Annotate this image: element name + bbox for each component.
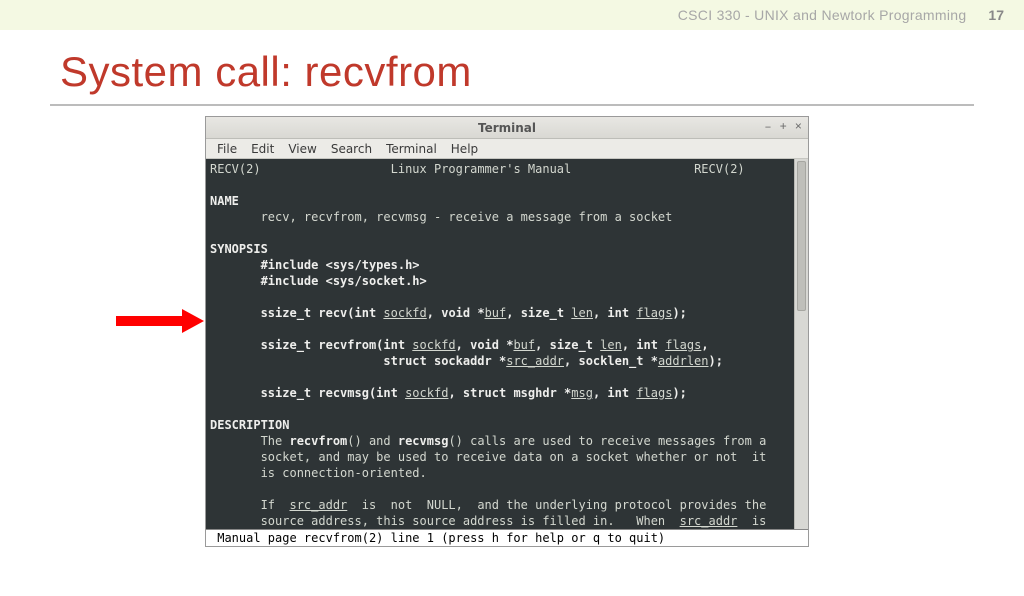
title-area: System call: recvfrom	[0, 30, 1024, 98]
menu-help[interactable]: Help	[446, 141, 483, 157]
course-name: CSCI 330 - UNIX and Newtork Programming	[678, 7, 967, 23]
slide-header-bar: CSCI 330 - UNIX and Newtork Programming …	[0, 0, 1024, 30]
slide-title: System call: recvfrom	[60, 48, 972, 96]
manpage-status-line: Manual page recvfrom(2) line 1 (press h …	[206, 529, 808, 546]
minimize-icon[interactable]: –	[764, 119, 771, 135]
terminal-title: Terminal	[206, 121, 808, 135]
menu-search[interactable]: Search	[326, 141, 377, 157]
menu-view[interactable]: View	[283, 141, 321, 157]
menu-file[interactable]: File	[212, 141, 242, 157]
page-number: 17	[988, 7, 1004, 23]
scrollbar-thumb[interactable]	[797, 161, 806, 311]
menu-edit[interactable]: Edit	[246, 141, 279, 157]
terminal-menubar: File Edit View Search Terminal Help	[206, 139, 808, 159]
terminal-titlebar: Terminal – + ×	[206, 117, 808, 139]
terminal-body-wrap: RECV(2) Linux Programmer's Manual RECV(2…	[206, 159, 808, 529]
callout-arrow-icon	[116, 312, 204, 330]
window-controls: – + ×	[764, 119, 802, 135]
terminal-window: Terminal – + × File Edit View Search Ter…	[205, 116, 809, 547]
terminal-scrollbar[interactable]	[794, 159, 808, 529]
slide-body: Terminal – + × File Edit View Search Ter…	[0, 106, 1024, 596]
maximize-icon[interactable]: +	[780, 119, 787, 135]
close-icon[interactable]: ×	[795, 119, 802, 135]
menu-terminal[interactable]: Terminal	[381, 141, 442, 157]
manpage-content: RECV(2) Linux Programmer's Manual RECV(2…	[206, 159, 794, 529]
